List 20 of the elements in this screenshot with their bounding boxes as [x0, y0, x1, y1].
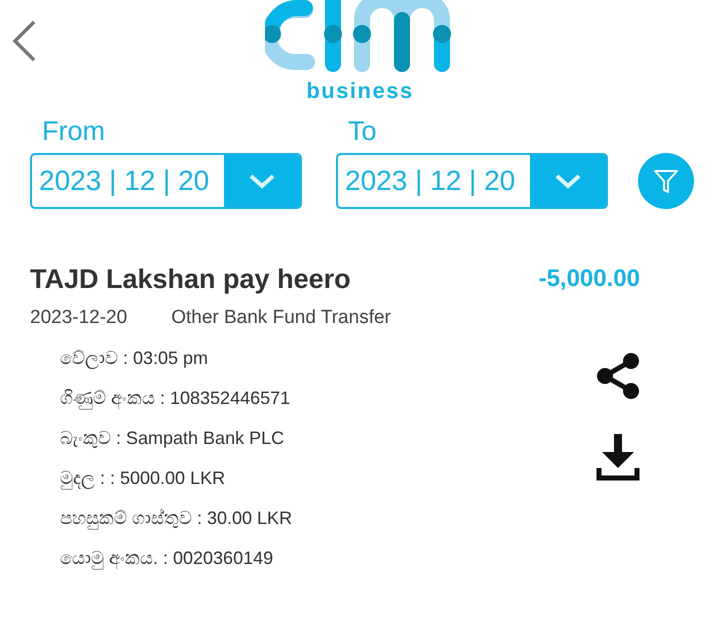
- transaction-type: Other Bank Fund Transfer: [171, 306, 391, 330]
- transaction-amount: -5,000.00: [538, 264, 640, 294]
- date-dropdown[interactable]: 2023 | 12 | 20: [30, 153, 302, 209]
- caret-icon: [554, 173, 582, 189]
- detail-line: වේලාව : 03:05 pm: [60, 347, 210, 371]
- download-icon[interactable]: [596, 434, 640, 482]
- transaction-date: 2023-12-20: [30, 306, 128, 330]
- caret-icon: [248, 173, 276, 189]
- filter-icon: [652, 167, 680, 195]
- date-label: From: [42, 118, 106, 145]
- logo-subtitle: business: [305, 80, 415, 102]
- detail-line: මුදල : : 5000.00 LKR: [60, 467, 226, 492]
- date-dropdown[interactable]: 2023 | 12 | 20: [336, 153, 608, 209]
- transaction-title: TAJD Lakshan pay heero: [30, 263, 351, 296]
- detail-line: ගිණුම් අංකය : 108352446571: [60, 387, 292, 412]
- share-icon[interactable]: [596, 352, 640, 400]
- detail-line: යොමු අංකය. : 0020360149: [60, 547, 274, 572]
- detail-line: බැංකුව : Sampath Bank PLC: [60, 427, 286, 450]
- detail-line: පහසුකම් ගාස්තුව : 30.00 LKR: [60, 507, 292, 532]
- date-label: To: [348, 118, 378, 145]
